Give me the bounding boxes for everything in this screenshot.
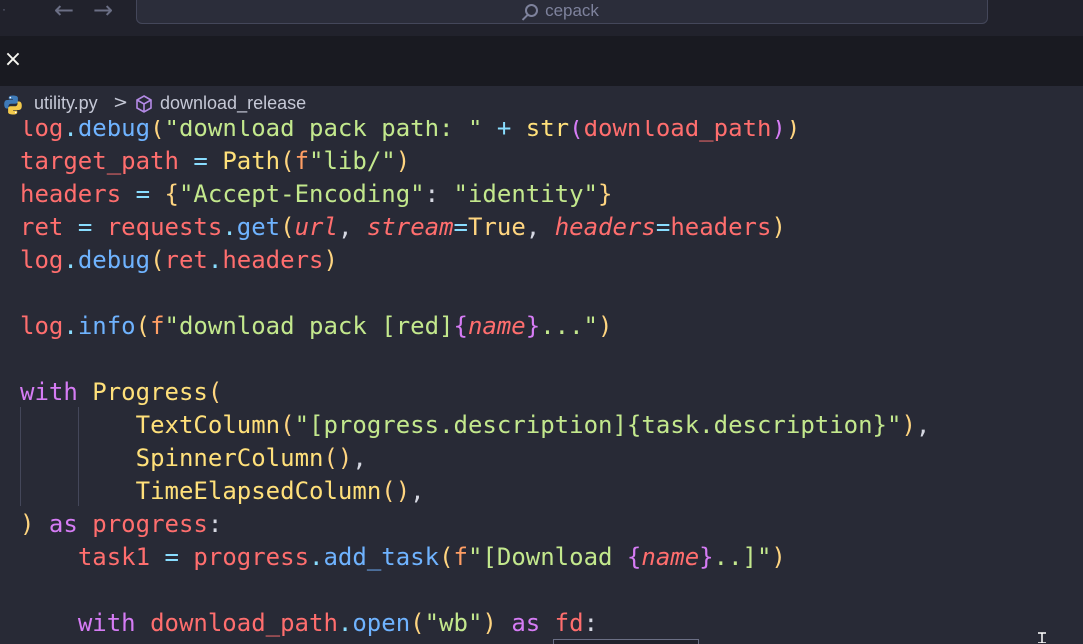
code-line[interactable]: ret = requests.get(url, stream=True, hea… (20, 211, 786, 244)
code-line[interactable]: target_path = Path(f"lib/") (20, 145, 410, 178)
code-line[interactable]: log.debug("download pack path: " + str(d… (20, 120, 800, 145)
method-icon (136, 95, 152, 113)
tab-bar: × (0, 36, 1083, 86)
command-center-search[interactable]: cepack (136, 0, 988, 24)
code-line[interactable]: with download_path.open("wb") as fd: (20, 607, 598, 640)
code-line[interactable]: TextColumn("[progress.description]{task.… (20, 409, 931, 442)
arrow-right-icon[interactable]: → (93, 0, 113, 24)
search-placeholder: cepack (545, 1, 599, 20)
arrow-left-icon[interactable]: ← (54, 0, 74, 24)
code-line[interactable]: ) as progress: (20, 508, 222, 541)
breadcrumb: utility.py > download_release (0, 86, 1083, 120)
code-line[interactable]: TimeElapsedColumn(), (20, 475, 425, 508)
breadcrumb-symbol[interactable]: download_release (160, 93, 306, 114)
code-editor[interactable]: log.debug("download pack path: " + str(d… (0, 120, 1083, 643)
breadcrumb-file[interactable]: utility.py (34, 93, 98, 114)
code-line[interactable]: headers = {"Accept-Encoding": "identity"… (20, 178, 612, 211)
code-line[interactable]: log.info(f"download pack [red]{name}..."… (20, 310, 612, 343)
python-icon (4, 95, 22, 115)
code-line[interactable]: SpinnerColumn(), (20, 442, 367, 475)
close-icon[interactable]: × (3, 48, 23, 72)
title-bar: · ← → cepack (0, 0, 1083, 36)
hover-widget (553, 639, 699, 644)
chevron-right-icon: > (113, 92, 129, 113)
search-icon (525, 4, 539, 17)
code-line[interactable]: task1 = progress.add_task(f"[Download {n… (20, 541, 786, 574)
menu-dot-icon[interactable]: · (2, 2, 6, 16)
code-line[interactable]: log.debug(ret.headers) (20, 244, 338, 277)
code-line[interactable]: with Progress( (20, 376, 222, 409)
text-cursor-icon (1038, 632, 1046, 643)
